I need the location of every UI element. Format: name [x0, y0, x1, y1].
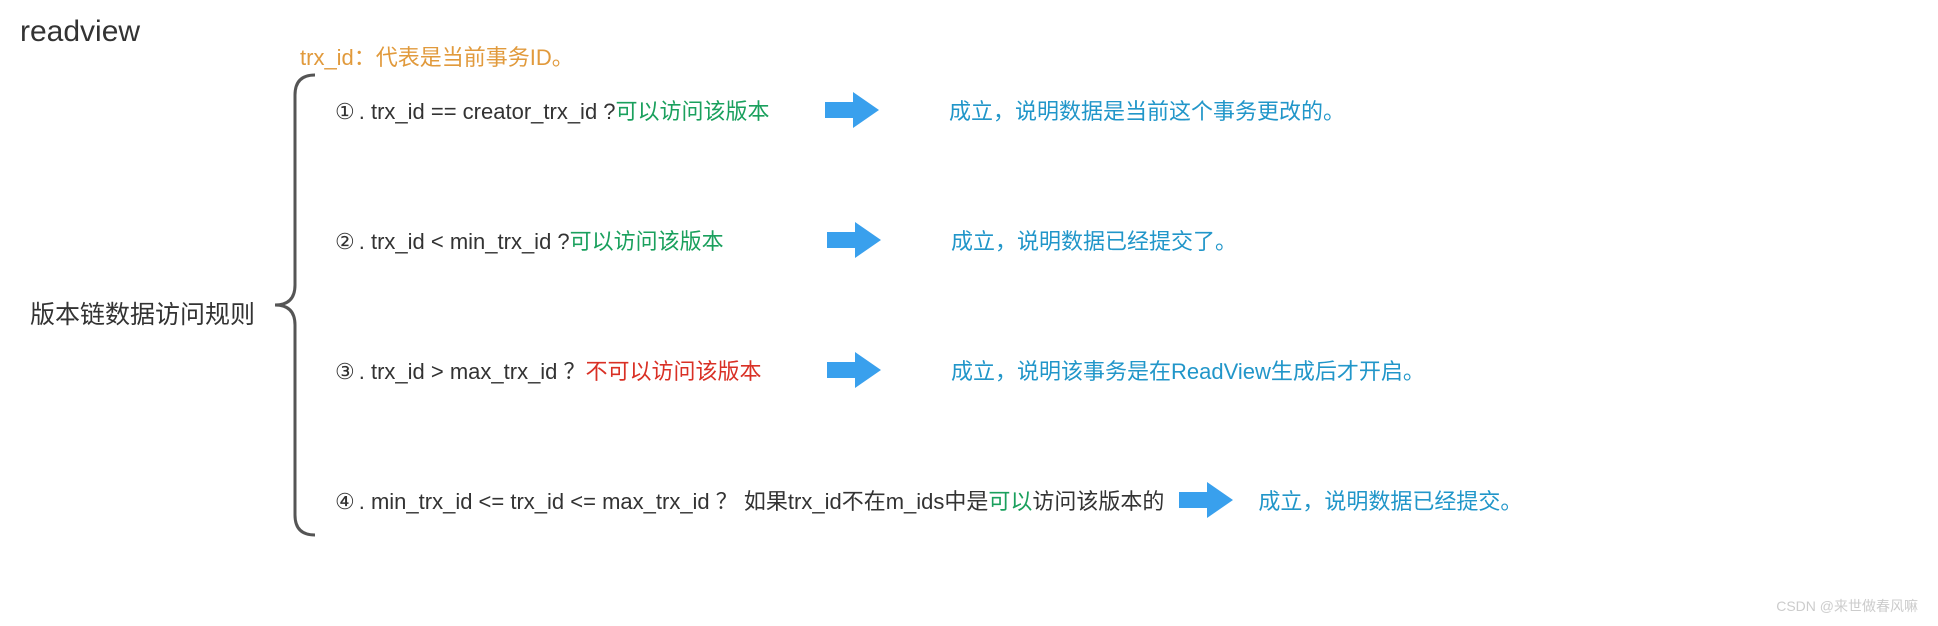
rule-explanation: 成立，说明数据已经提交了。 — [951, 224, 1237, 256]
rule-cond-mid: 可以 — [988, 484, 1032, 516]
rule-cond-text: . trx_id > max_trx_id ？ — [359, 354, 586, 386]
rule-result: 可以访问该版本 — [570, 224, 724, 256]
arrow-icon — [827, 350, 881, 390]
brace-icon — [265, 70, 325, 540]
rule-explanation: 成立，说明数据是当前这个事务更改的。 — [949, 94, 1345, 126]
rule-explanation: 成立，说明数据已经提交。 — [1258, 484, 1522, 516]
rule-row: ③ . trx_id > max_trx_id ？ 不可以访问该版本 成立，说明… — [335, 340, 1522, 400]
rule-condition: ④ . min_trx_id <= trx_id <= max_trx_id ？… — [335, 484, 1164, 516]
rule-explanation: 成立，说明该事务是在ReadView生成后才开启。 — [951, 354, 1425, 386]
rule-cond-text: . trx_id < min_trx_id ? — [359, 229, 570, 255]
arrow-icon — [827, 220, 881, 260]
rule-row: ④ . min_trx_id <= trx_id <= max_trx_id ？… — [335, 470, 1522, 530]
arrow-icon — [1179, 480, 1233, 520]
page-title: readview — [20, 15, 140, 49]
arrow-icon — [825, 90, 879, 130]
subtitle-text: trx_id：代表是当前事务ID。 — [300, 40, 574, 72]
rule-row: ① . trx_id == creator_trx_id ? 可以访问该版本 成… — [335, 80, 1522, 140]
rule-row: ② . trx_id < min_trx_id ? 可以访问该版本 成立，说明数… — [335, 210, 1522, 270]
rule-condition: ② . trx_id < min_trx_id ? 可以访问该版本 — [335, 224, 765, 256]
rule-condition: ③ . trx_id > max_trx_id ？ 不可以访问该版本 — [335, 354, 815, 386]
rule-index: ④ — [335, 489, 355, 515]
rule-cond-text: . trx_id == creator_trx_id ? — [359, 99, 616, 125]
watermark-text: CSDN @来世做春风嘛 — [1776, 596, 1918, 616]
rule-index: ② — [335, 229, 355, 255]
rule-index: ③ — [335, 359, 355, 385]
rule-cond-prefix: . min_trx_id <= trx_id <= max_trx_id ？ 如… — [359, 484, 989, 516]
rule-result: 可以访问该版本 — [616, 94, 770, 126]
rule-index: ① — [335, 99, 355, 125]
rule-cond-suffix: 访问该版本的 — [1032, 484, 1164, 516]
rule-result: 不可以访问该版本 — [586, 354, 762, 386]
rules-container: ① . trx_id == creator_trx_id ? 可以访问该版本 成… — [335, 80, 1522, 530]
rule-condition: ① . trx_id == creator_trx_id ? 可以访问该版本 — [335, 94, 815, 126]
rules-label: 版本链数据访问规则 — [30, 295, 255, 331]
